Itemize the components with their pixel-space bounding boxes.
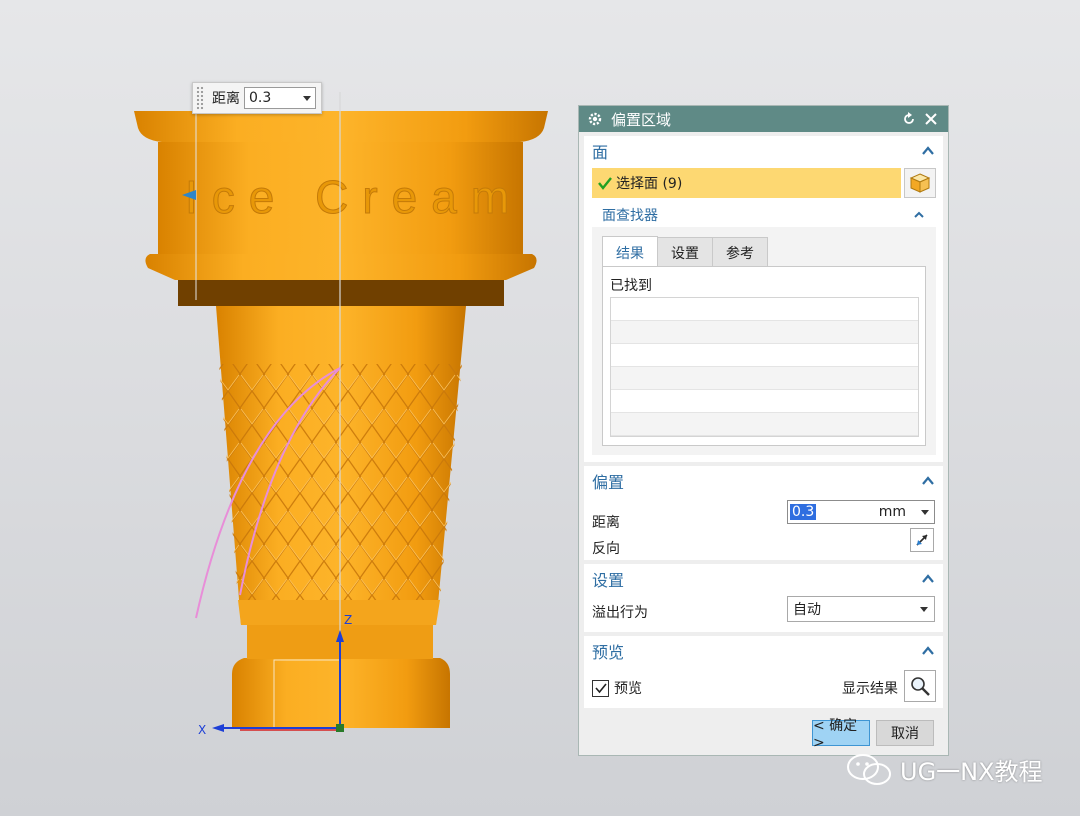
reverse-direction-button[interactable] bbox=[910, 528, 934, 552]
overflow-value: 自动 bbox=[793, 602, 821, 618]
z-axis-label: Z bbox=[344, 613, 352, 627]
floating-distance-value: 0.3 bbox=[249, 90, 272, 106]
list-item[interactable] bbox=[611, 321, 918, 344]
cone-band-bottom bbox=[238, 600, 440, 625]
chat-bubble-icon bbox=[847, 753, 891, 785]
offset-region-dialog: 偏置区域 面 选择面 (9) 面查找器 结果 设置 参考 已找到 偏置 距离 0… bbox=[578, 105, 949, 756]
drag-handle[interactable] bbox=[196, 86, 204, 110]
checkmark-icon bbox=[594, 683, 607, 694]
show-result-label: 显示结果 bbox=[842, 681, 898, 697]
list-item[interactable] bbox=[611, 413, 918, 436]
finder-tabs: 结果 设置 参考 bbox=[602, 236, 768, 268]
chevron-down-icon[interactable] bbox=[914, 606, 934, 612]
tab-settings[interactable]: 设置 bbox=[657, 237, 713, 267]
watermark: UG一NX教程 bbox=[846, 752, 1043, 787]
tab-results[interactable]: 结果 bbox=[602, 236, 658, 268]
overflow-select[interactable]: 自动 bbox=[787, 596, 935, 622]
list-item[interactable] bbox=[611, 298, 918, 321]
distance-value: 0.3 bbox=[790, 504, 817, 520]
found-label: 已找到 bbox=[610, 278, 652, 294]
preview-section-title: 预览 bbox=[592, 643, 625, 662]
floating-distance-input[interactable]: 距离 0.3 bbox=[192, 82, 322, 114]
settings-section: 设置 溢出行为 自动 bbox=[584, 564, 943, 632]
preview-label: 预览 bbox=[614, 681, 642, 697]
face-section-title: 面 bbox=[592, 143, 609, 162]
chevron-up-icon[interactable] bbox=[921, 474, 935, 488]
model-embossed-text: Ice Cream bbox=[185, 171, 523, 223]
select-face-row[interactable]: 选择面 (9) bbox=[592, 168, 901, 198]
distance-label: 距离 bbox=[592, 515, 620, 531]
offset-section-header[interactable]: 偏置 bbox=[584, 466, 943, 496]
list-item[interactable] bbox=[611, 344, 918, 367]
model-viewport[interactable]: Ice Cream Z X bbox=[0, 0, 560, 816]
close-icon[interactable] bbox=[922, 110, 940, 128]
ok-button[interactable]: < 确定 > bbox=[812, 718, 870, 751]
face-section-header[interactable]: 面 bbox=[584, 136, 943, 166]
preview-checkbox[interactable] bbox=[592, 679, 609, 697]
rim-shadow bbox=[178, 280, 504, 306]
list-item[interactable] bbox=[611, 390, 918, 413]
reverse-label: 反向 bbox=[592, 541, 620, 557]
chevron-up-icon[interactable] bbox=[912, 208, 926, 222]
distance-input[interactable]: 0.3 mm bbox=[787, 500, 935, 524]
checkmark-icon bbox=[598, 177, 612, 190]
chevron-up-icon[interactable] bbox=[921, 644, 935, 658]
dialog-title: 偏置区域 bbox=[611, 110, 672, 129]
settings-section-header[interactable]: 设置 bbox=[584, 564, 943, 594]
origin-marker bbox=[336, 724, 344, 732]
chevron-down-icon[interactable] bbox=[916, 509, 934, 515]
floating-distance-label: 距离 bbox=[212, 91, 240, 107]
reset-icon[interactable] bbox=[900, 110, 918, 128]
face-finder-body: 结果 设置 参考 已找到 bbox=[592, 227, 936, 455]
watermark-text: UG一NX教程 bbox=[900, 758, 1043, 786]
face-selector-button[interactable] bbox=[904, 168, 936, 198]
cancel-button[interactable]: 取消 bbox=[876, 720, 934, 746]
gear-icon bbox=[588, 112, 602, 126]
tab-reference[interactable]: 参考 bbox=[712, 237, 768, 267]
chevron-up-icon[interactable] bbox=[921, 144, 935, 158]
overflow-label: 溢出行为 bbox=[592, 605, 648, 621]
settings-section-title: 设置 bbox=[592, 571, 625, 590]
dialog-titlebar[interactable]: 偏置区域 bbox=[579, 106, 948, 132]
cup-lower-rim bbox=[145, 254, 537, 280]
list-item[interactable] bbox=[611, 367, 918, 390]
chevron-down-icon[interactable] bbox=[303, 95, 311, 101]
chevron-up-icon[interactable] bbox=[921, 572, 935, 586]
results-panel: 已找到 bbox=[602, 266, 926, 446]
found-list[interactable] bbox=[610, 297, 919, 437]
floating-distance-field[interactable]: 0.3 bbox=[244, 87, 316, 109]
preview-section: 预览 预览 显示结果 bbox=[584, 636, 943, 708]
preview-checkbox-row[interactable]: 预览 bbox=[592, 678, 642, 698]
offset-section: 偏置 距离 0.3 mm 反向 bbox=[584, 466, 943, 560]
cube-icon bbox=[909, 173, 931, 193]
reverse-direction-icon bbox=[916, 534, 928, 546]
x-axis-arrow bbox=[212, 724, 224, 732]
show-result-button[interactable] bbox=[904, 670, 936, 702]
preview-section-header[interactable]: 预览 bbox=[584, 636, 943, 666]
offset-section-title: 偏置 bbox=[592, 473, 625, 492]
distance-unit: mm bbox=[878, 504, 906, 520]
face-finder-header[interactable]: 面查找器 bbox=[592, 203, 936, 227]
select-face-label: 选择面 (9) bbox=[616, 176, 683, 192]
face-finder-title: 面查找器 bbox=[602, 208, 658, 224]
face-section: 面 选择面 (9) 面查找器 结果 设置 参考 已找到 bbox=[584, 136, 943, 462]
x-axis-label: X bbox=[198, 723, 206, 737]
magnifier-icon bbox=[911, 677, 930, 696]
